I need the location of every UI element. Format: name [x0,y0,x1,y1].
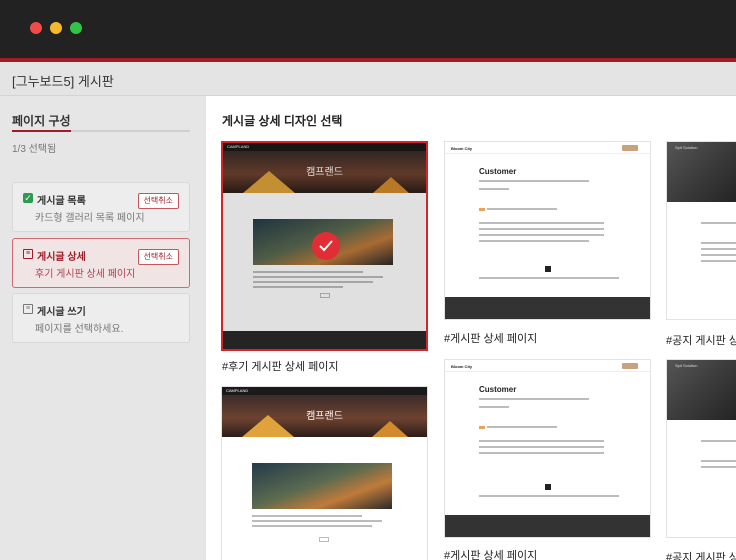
document-icon: ≡ [23,249,33,259]
minimize-window-icon[interactable] [50,22,62,34]
design-card-label: #게시판 상세 페이지 [444,333,538,345]
cancel-selection-button[interactable]: 선택취소 [137,193,179,209]
design-card-label: #게시판 상세 페이지 [444,550,538,560]
step-title: 게시글 상세 [37,252,86,263]
step-subtitle: 후기 게시판 상세 페이지 [35,269,136,280]
design-card-board-detail[interactable]: Bloom City Customer [444,141,651,320]
design-card-label: #공지 게시판 상세 페이지 [666,552,736,560]
preview-hero-title: 캠프랜드 [306,411,343,422]
step-post-write[interactable]: ≡ 게시글 쓰기 페이지를 선택하세요. [12,293,190,343]
design-select-panel: 게시글 상세 디자인 선택 CAMPLAND 캠프랜드 #후기 게시판 상세 페… [206,96,736,560]
preview-hero: Spit Solution [667,142,736,202]
preview-footer [445,515,650,537]
preview-logo: Bloom City [451,364,473,369]
step-subtitle: 페이지를 선택하세요. [35,324,124,335]
preview-logo: CAMPLAND [226,388,249,393]
app-header: [그누보드5] 게시판 [0,62,736,96]
progress-fill [12,130,72,132]
check-icon: ✓ [23,193,33,203]
close-window-icon[interactable] [30,22,42,34]
design-card-notice-detail[interactable]: Spit Solution [666,141,736,320]
progress-bar [12,130,190,132]
preview-heading: Customer [479,167,517,176]
maximize-window-icon[interactable] [70,22,82,34]
preview-logo: Spit Solution [675,145,698,150]
preview-footer [445,297,650,319]
step-title: 게시글 목록 [37,196,86,207]
step-subtitle: 카드형 갤러리 목록 페이지 [35,213,145,224]
preview-logo: Bloom City [451,146,473,151]
window-titlebar [0,0,736,58]
design-card-label: #공지 게시판 상세 페이지 [666,335,736,347]
preview-logo: Spit Solution [675,363,698,368]
preview-nav: Bloom City [445,142,650,154]
design-card-board-detail-2[interactable]: Bloom City Customer [444,359,651,538]
selection-count: 1/3 선택됨 [12,144,57,155]
preview-hero: Spit Solution [667,360,736,420]
preview-photo [252,463,392,509]
step-post-detail[interactable]: ≡ 게시글 상세 후기 게시판 상세 페이지 선택취소 [12,238,190,288]
design-card-notice-detail-2[interactable]: Spit Solution [666,359,736,538]
design-card-label: #후기 게시판 상세 페이지 [222,361,339,373]
design-card-review-detail-2[interactable]: CAMPLAND 캠프랜드 [221,386,428,560]
step-post-list[interactable]: ✓ 게시글 목록 카드형 갤러리 목록 페이지 선택취소 [12,182,190,232]
preview-heading: Customer [479,385,517,394]
app-title: [그누보드5] 게시판 [12,74,114,89]
sidebar-heading: 페이지 구성 [12,114,71,128]
preview-nav: Bloom City [445,360,650,372]
selected-check-icon [312,232,340,260]
design-card-review-detail[interactable]: CAMPLAND 캠프랜드 [221,141,428,351]
sidebar: 페이지 구성 1/3 선택됨 ✓ 게시글 목록 카드형 갤러리 목록 페이지 선… [0,96,206,560]
preview-hero: 캠프랜드 [222,395,427,437]
panel-title: 게시글 상세 디자인 선택 [222,114,343,128]
step-title: 게시글 쓰기 [37,307,86,318]
document-icon: ≡ [23,304,33,314]
preview-topbar: CAMPLAND [222,387,427,395]
cancel-selection-button[interactable]: 선택취소 [137,249,179,265]
